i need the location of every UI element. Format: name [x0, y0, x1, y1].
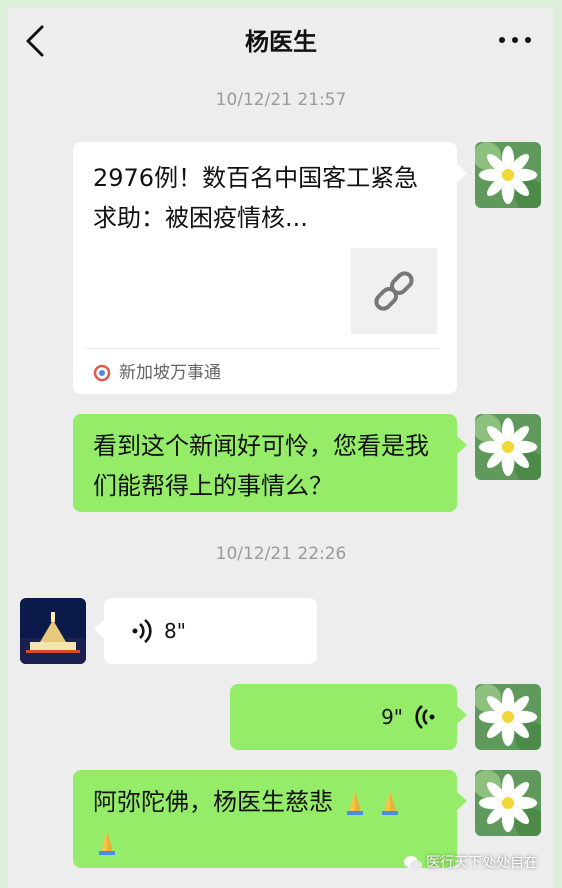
link-card-source: 新加坡万事通	[119, 363, 221, 383]
lotus-avatar-image	[475, 684, 541, 750]
bubble-tail	[457, 436, 467, 454]
avatar-me[interactable]	[475, 414, 541, 480]
bubble-tail	[94, 620, 104, 638]
card-divider	[85, 348, 439, 349]
source-logo-icon	[93, 364, 111, 382]
back-button[interactable]	[22, 24, 50, 58]
voice-wave-icon	[132, 618, 152, 644]
ellipsis-icon	[499, 37, 531, 43]
link-card-message[interactable]: 2976例！数百名中国客工紧急求助：被困疫情核... 新加坡万事通	[73, 142, 457, 394]
watermark: 医行天下处处自在	[404, 852, 538, 872]
voice-duration: 9"	[381, 705, 403, 729]
avatar-me[interactable]	[475, 684, 541, 750]
avatar-contact[interactable]	[20, 598, 86, 664]
timestamp: 10/12/21 21:57	[215, 90, 347, 110]
more-options-button[interactable]	[498, 32, 532, 48]
link-card-title: 2976例！数百名中国客工紧急求助：被困疫情核...	[93, 164, 419, 232]
incoming-voice-message[interactable]: 8"	[104, 598, 317, 664]
lotus-avatar-image	[475, 770, 541, 836]
avatar-me[interactable]	[475, 142, 541, 208]
bubble-tail	[457, 164, 467, 182]
praying-hands-icon	[382, 792, 399, 815]
chat-screen: 杨医生 10/12/21 21:57 2976例！数百名中国客工紧急求助：被困疫…	[8, 8, 554, 888]
voice-duration: 8"	[164, 619, 186, 643]
lotus-avatar-image	[475, 142, 541, 208]
message-text: 看到这个新闻好可怜，您看是我们能帮得上的事情么？	[93, 432, 429, 500]
outgoing-voice-message[interactable]: 9"	[230, 684, 457, 750]
praying-hands-icon	[346, 792, 363, 815]
wechat-icon	[404, 856, 422, 870]
temple-night-avatar-image	[20, 598, 86, 664]
outgoing-text-message[interactable]: 阿弥陀佛，杨医生慈悲	[73, 770, 457, 868]
link-icon	[374, 271, 414, 311]
chevron-left-icon	[26, 25, 44, 57]
link-card-thumbnail	[351, 248, 437, 334]
lotus-avatar-image	[475, 414, 541, 480]
timestamp: 10/12/21 22:26	[215, 544, 347, 564]
chat-header: 杨医生	[8, 8, 554, 74]
bubble-tail	[457, 706, 467, 724]
avatar-me[interactable]	[475, 770, 541, 836]
bubble-tail	[457, 792, 467, 810]
chat-title: 杨医生	[245, 28, 317, 56]
voice-wave-icon	[415, 704, 435, 730]
praying-hands-icon	[99, 832, 115, 855]
message-text: 阿弥陀佛，杨医生慈悲	[93, 788, 333, 816]
watermark-text: 医行天下处处自在	[426, 855, 538, 871]
outgoing-text-message[interactable]: 看到这个新闻好可怜，您看是我们能帮得上的事情么？	[73, 414, 457, 512]
